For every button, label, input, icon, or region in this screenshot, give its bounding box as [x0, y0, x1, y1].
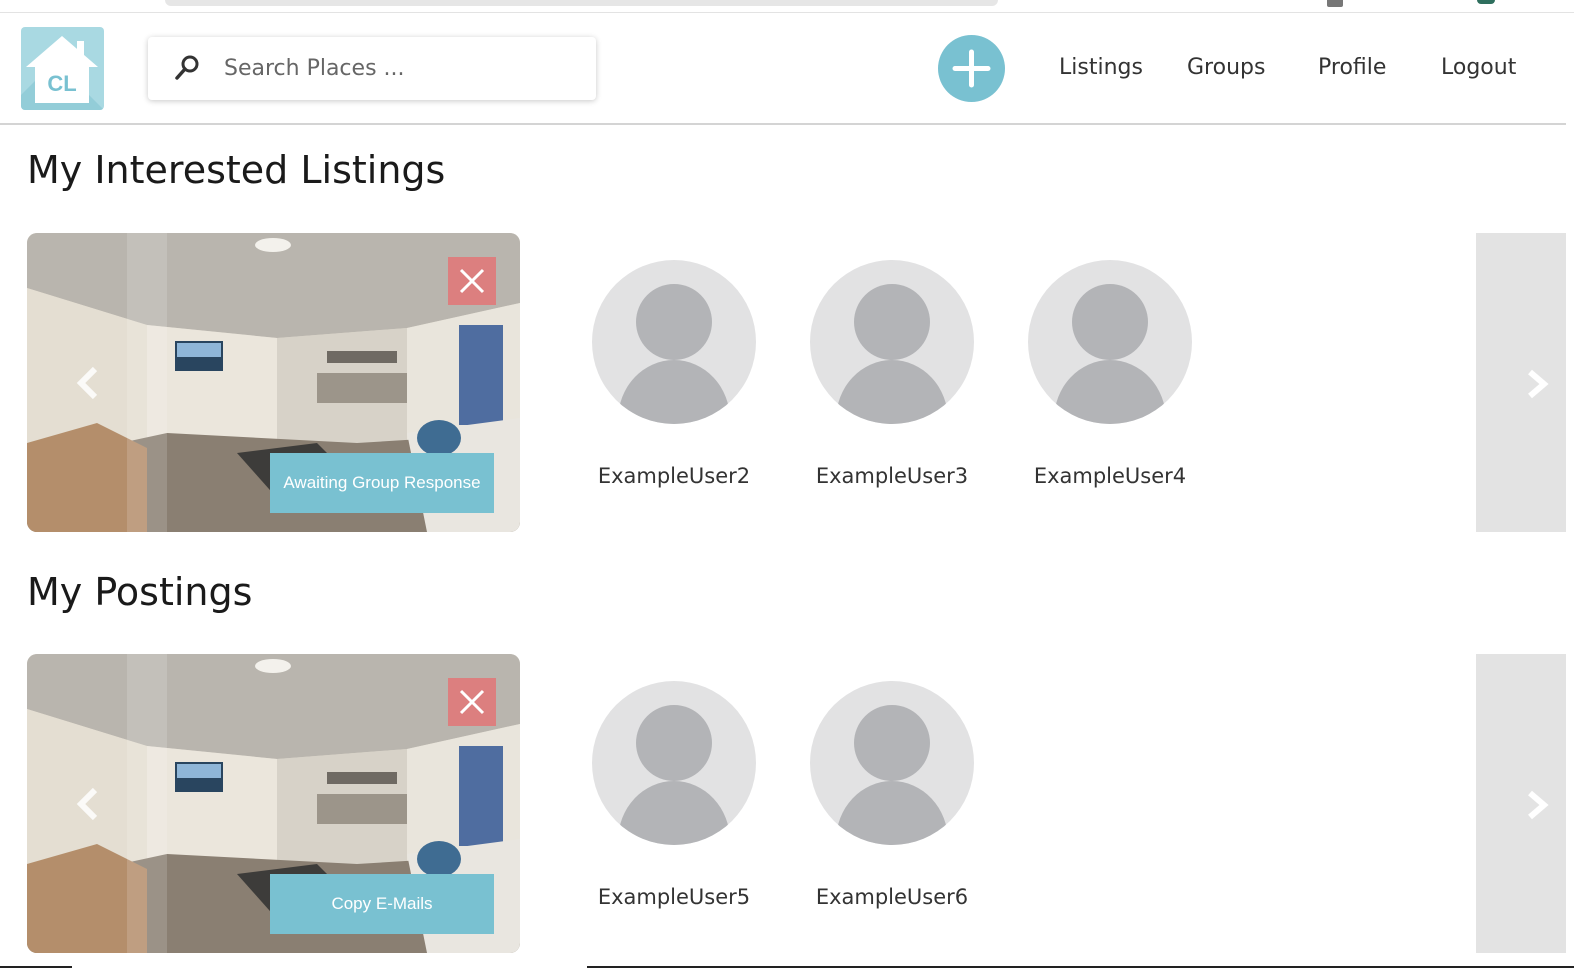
- group-member[interactable]: ExampleUser5: [589, 681, 759, 909]
- group-member[interactable]: ExampleUser6: [807, 681, 977, 909]
- close-icon: [459, 689, 485, 715]
- carousel-prev-icon[interactable]: [73, 363, 103, 403]
- chevron-right-icon: [1528, 369, 1549, 399]
- search-icon: [175, 55, 199, 80]
- taskbar-gap: [72, 966, 587, 968]
- app-logo[interactable]: CL: [21, 27, 104, 110]
- group-member-name: ExampleUser2: [597, 464, 751, 488]
- avatar-placeholder-icon: [810, 260, 974, 424]
- chevron-right-icon: [1528, 790, 1549, 820]
- address-bar-edge: [165, 0, 998, 6]
- add-listing-button[interactable]: [938, 35, 1005, 102]
- avatar-placeholder-icon: [1028, 260, 1192, 424]
- group-member-name: ExampleUser6: [815, 885, 969, 909]
- remove-listing-button[interactable]: [448, 257, 496, 305]
- avatar-placeholder-icon: [592, 681, 756, 845]
- nav-logout-link[interactable]: Logout: [1441, 55, 1516, 80]
- group-member[interactable]: ExampleUser4: [1025, 260, 1195, 488]
- group-member-name: ExampleUser3: [815, 464, 969, 488]
- avatar-placeholder-icon: [810, 681, 974, 845]
- browser-top-strip: [0, 0, 1574, 13]
- nav-groups-link[interactable]: Groups: [1187, 55, 1265, 80]
- carousel-next-panel[interactable]: [1476, 233, 1566, 532]
- group-member-name: ExampleUser4: [1033, 464, 1187, 488]
- plus-icon: [952, 49, 991, 88]
- extension-icon: [1327, 0, 1343, 7]
- avatar-placeholder-icon: [592, 260, 756, 424]
- navbar: CL Listings Groups Profile Logout: [0, 13, 1566, 125]
- posting-card[interactable]: Copy E-Mails: [27, 654, 520, 953]
- search-box[interactable]: [148, 37, 596, 100]
- taskbar-edge: [0, 966, 1574, 973]
- close-icon: [459, 268, 485, 294]
- section-title-interested: My Interested Listings: [27, 148, 446, 192]
- carousel-next-panel[interactable]: [1476, 654, 1566, 953]
- group-member[interactable]: ExampleUser2: [589, 260, 759, 488]
- profile-icon: [1477, 0, 1495, 4]
- group-member-name: ExampleUser5: [597, 885, 751, 909]
- group-member[interactable]: ExampleUser3: [807, 260, 977, 488]
- copy-emails-button[interactable]: Copy E-Mails: [270, 874, 494, 934]
- section-title-postings: My Postings: [27, 570, 253, 614]
- nav-listings-link[interactable]: Listings: [1059, 55, 1143, 80]
- house-icon: CL: [26, 36, 98, 103]
- nav-profile-link[interactable]: Profile: [1318, 55, 1386, 80]
- listing-card[interactable]: Awaiting Group Response: [27, 233, 520, 532]
- remove-posting-button[interactable]: [448, 678, 496, 726]
- carousel-prev-icon[interactable]: [73, 784, 103, 824]
- search-input[interactable]: [224, 49, 574, 87]
- awaiting-group-response-button[interactable]: Awaiting Group Response: [270, 453, 494, 513]
- logo-text: CL: [47, 71, 76, 96]
